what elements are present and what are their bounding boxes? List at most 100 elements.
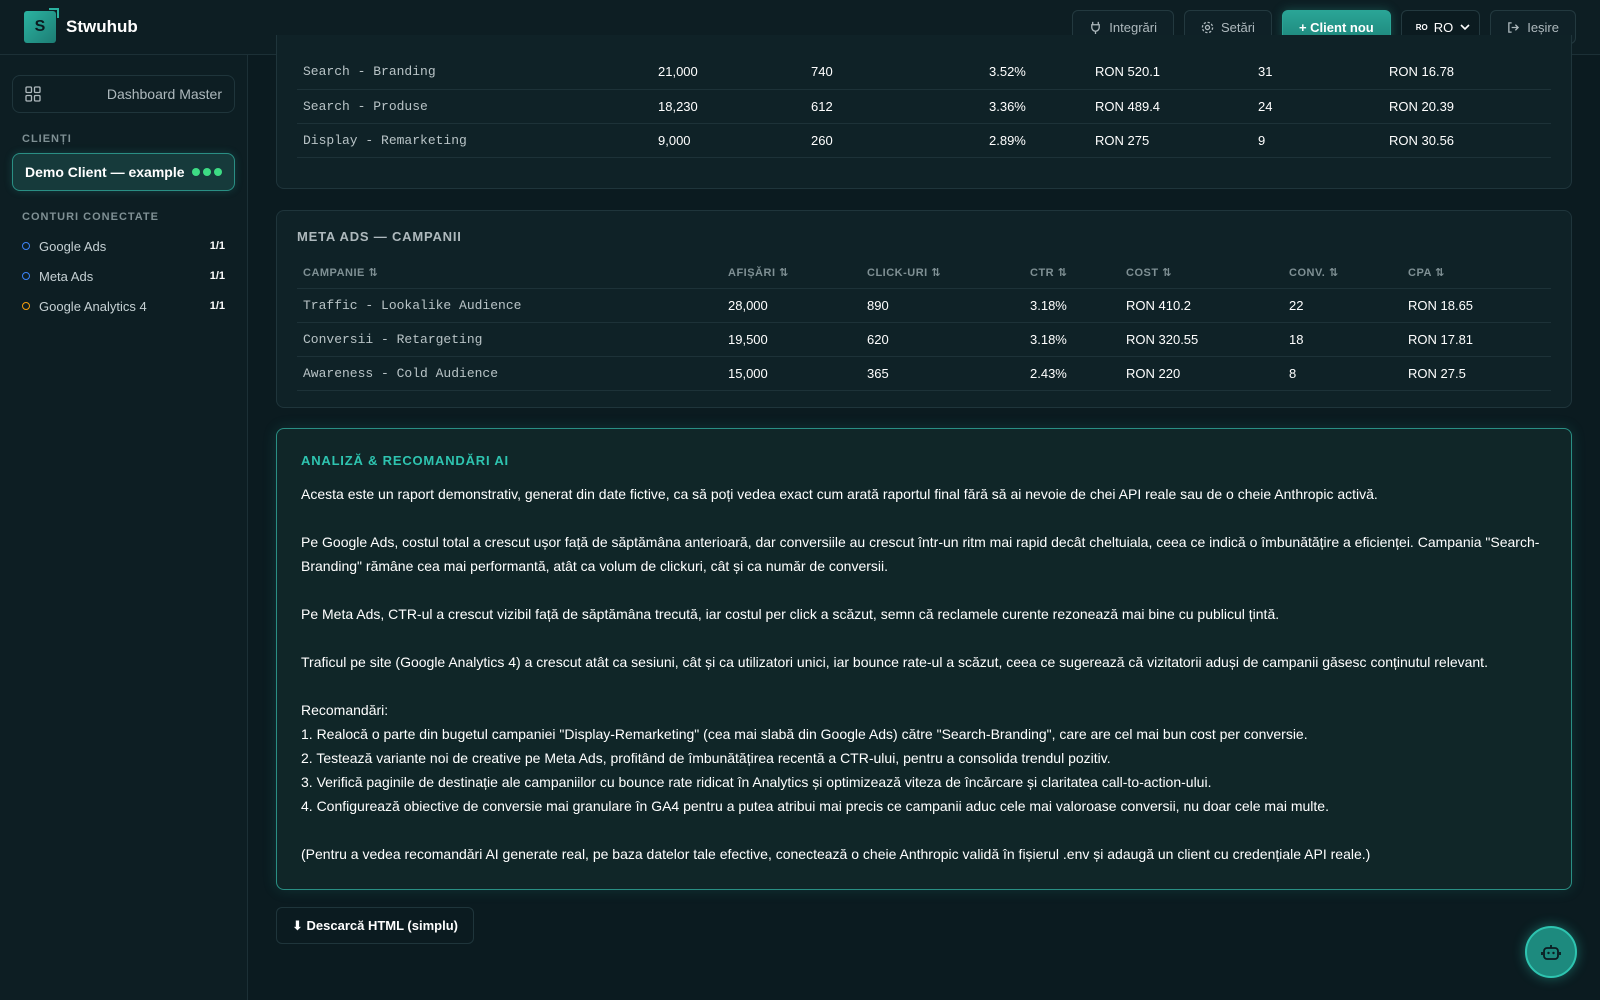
- google-ads-table: Search - Branding 21,000 740 3.52% RON 5…: [297, 55, 1551, 158]
- ai-paragraph-google: Pe Google Ads, costul total a crescut uș…: [301, 534, 1540, 574]
- dashboard-master-label: Dashboard Master: [106, 86, 222, 102]
- header-cost[interactable]: COST ⇅: [1126, 258, 1289, 289]
- header-conv[interactable]: CONV. ⇅: [1289, 258, 1408, 289]
- meta-ads-table: CAMPANIE ⇅ AFIȘĂRI ⇅ CLICK-URI ⇅ CTR ⇅ C…: [297, 258, 1551, 391]
- cost-cell: RON 220: [1126, 356, 1289, 391]
- clicks-cell: 365: [867, 356, 1030, 391]
- clicks-cell: 890: [867, 288, 1030, 323]
- cost-cell: RON 410.2: [1126, 288, 1289, 323]
- meta-ads-title: META ADS — CAMPANII: [297, 229, 462, 244]
- header-cpa[interactable]: CPA ⇅: [1408, 258, 1551, 289]
- robot-icon: [1541, 945, 1561, 960]
- logout-label: Ieșire: [1527, 19, 1559, 35]
- impressions-cell: 28,000: [728, 288, 867, 323]
- settings-label: Setări: [1220, 19, 1255, 35]
- app-name: Stwuhub: [66, 17, 138, 36]
- conv-cell: 31: [1258, 55, 1389, 90]
- recommendations-title: Recomandări:: [301, 702, 389, 718]
- account-meta-ads[interactable]: Meta Ads 1/1: [12, 261, 235, 291]
- gear-icon: [1201, 21, 1214, 33]
- app-logo[interactable]: S: [24, 8, 59, 43]
- ai-paragraph-intro: Acesta este un raport demonstrativ, gene…: [301, 486, 1378, 502]
- recommendation-2: 2. Testează variante noi de creative pe …: [301, 750, 1111, 766]
- campaign-cell: Conversii - Retargeting: [297, 322, 728, 357]
- impressions-cell: 18,230: [658, 89, 811, 124]
- account-count: 1/1: [209, 300, 225, 312]
- status-dots-icon: [192, 168, 222, 176]
- cpa-cell: RON 18.65: [1408, 288, 1551, 323]
- sidebar-item-client[interactable]: Demo Client — example: [12, 153, 235, 191]
- impressions-cell: 15,000: [728, 356, 867, 391]
- status-circle-icon: [22, 302, 30, 310]
- account-google-analytics[interactable]: Google Analytics 4 1/1: [12, 291, 235, 321]
- clicks-cell: 740: [811, 55, 989, 90]
- ai-assistant-button[interactable]: [1525, 926, 1577, 978]
- impressions-cell: 19,500: [728, 322, 867, 357]
- cost-cell: RON 275: [1095, 123, 1258, 158]
- clicks-cell: 612: [811, 89, 989, 124]
- download-html-button[interactable]: ⬇ Descarcă HTML (simplu): [276, 907, 474, 944]
- logout-icon: [1508, 21, 1520, 33]
- plug-icon: [1091, 21, 1101, 34]
- status-circle-icon: [22, 242, 30, 250]
- ctr-cell: 3.52%: [989, 55, 1095, 90]
- ctr-cell: 2.89%: [989, 123, 1095, 158]
- table-row[interactable]: Search - Branding 21,000 740 3.52% RON 5…: [297, 55, 1551, 90]
- ai-analysis-title: ANALIZĂ & RECOMANDĂRI AI: [301, 453, 509, 468]
- table-row[interactable]: Search - Produse 18,230 612 3.36% RON 48…: [297, 89, 1551, 124]
- account-google-ads[interactable]: Google Ads 1/1: [12, 231, 235, 261]
- language-value: RO: [1433, 19, 1454, 35]
- accounts-section-title: CONTURI CONECTATE: [22, 211, 159, 223]
- client-name: Demo Client — example: [25, 164, 185, 180]
- table-row[interactable]: Awareness - Cold Audience 15,000 365 2.4…: [297, 356, 1551, 391]
- campaign-cell: Traffic - Lookalike Audience: [297, 288, 728, 323]
- conv-cell: 9: [1258, 123, 1389, 158]
- campaign-cell: Display - Remarketing: [297, 123, 658, 158]
- ctr-cell: 2.43%: [1030, 356, 1126, 391]
- cost-cell: RON 489.4: [1095, 89, 1258, 124]
- ctr-cell: 3.36%: [989, 89, 1095, 124]
- chevron-down-icon: [1460, 24, 1470, 31]
- cost-cell: RON 520.1: [1095, 55, 1258, 90]
- impressions-cell: 9,000: [658, 123, 811, 158]
- grid-icon: [25, 86, 41, 102]
- cpa-cell: RON 27.5: [1408, 356, 1551, 391]
- ai-analysis-card: ANALIZĂ & RECOMANDĂRI AI Acesta este un …: [276, 428, 1572, 890]
- header-campaign[interactable]: CAMPANIE ⇅: [297, 258, 728, 289]
- dashboard-master-button[interactable]: Dashboard Master: [12, 75, 235, 113]
- recommendation-4: 4. Configurează obiective de conversie m…: [301, 798, 1329, 814]
- conv-cell: 8: [1289, 356, 1408, 391]
- campaign-cell: Awareness - Cold Audience: [297, 356, 728, 391]
- account-name: Google Analytics 4: [39, 298, 147, 314]
- header-ctr[interactable]: CTR ⇅: [1030, 258, 1126, 289]
- ctr-cell: 3.18%: [1030, 322, 1126, 357]
- impressions-cell: 21,000: [658, 55, 811, 90]
- conv-cell: 18: [1289, 322, 1408, 357]
- ai-paragraph-analytics: Traficul pe site (Google Analytics 4) a …: [301, 654, 1488, 670]
- header-clicks[interactable]: CLICK-URI ⇅: [867, 258, 1030, 289]
- ai-paragraph-meta: Pe Meta Ads, CTR-ul a crescut vizibil fa…: [301, 606, 1280, 622]
- flag-icon: RO: [1415, 22, 1428, 32]
- account-count: 1/1: [209, 240, 225, 252]
- cpa-cell: RON 20.39: [1389, 89, 1551, 124]
- header-impressions[interactable]: AFIȘĂRI ⇅: [728, 258, 867, 289]
- status-circle-icon: [22, 272, 30, 280]
- sidebar: Dashboard Master CLIENȚI Demo Client — e…: [0, 55, 248, 1000]
- campaign-cell: Search - Produse: [297, 89, 658, 124]
- meta-ads-campaigns-card: META ADS — CAMPANII CAMPANIE ⇅ AFIȘĂRI ⇅…: [276, 210, 1572, 408]
- account-name: Meta Ads: [39, 268, 94, 284]
- cpa-cell: RON 16.78: [1389, 55, 1551, 90]
- google-ads-campaigns-card: Search - Branding 21,000 740 3.52% RON 5…: [276, 35, 1572, 189]
- recommendation-1: 1. Realocă o parte din bugetul campaniei…: [301, 726, 1308, 742]
- table-header-row: CAMPANIE ⇅ AFIȘĂRI ⇅ CLICK-URI ⇅ CTR ⇅ C…: [297, 258, 1551, 289]
- account-name: Google Ads: [39, 238, 107, 254]
- clicks-cell: 260: [811, 123, 989, 158]
- table-row[interactable]: Conversii - Retargeting 19,500 620 3.18%…: [297, 322, 1551, 357]
- cpa-cell: RON 30.56: [1389, 123, 1551, 158]
- recommendation-3: 3. Verifică paginile de destinație ale c…: [301, 774, 1212, 790]
- ai-paragraph-note: (Pentru a vedea recomandări AI generate …: [301, 846, 1371, 862]
- table-row[interactable]: Traffic - Lookalike Audience 28,000 890 …: [297, 288, 1551, 323]
- table-row[interactable]: Display - Remarketing 9,000 260 2.89% RO…: [297, 123, 1551, 158]
- integrations-label: Integrări: [1109, 19, 1157, 35]
- campaign-cell: Search - Branding: [297, 55, 658, 90]
